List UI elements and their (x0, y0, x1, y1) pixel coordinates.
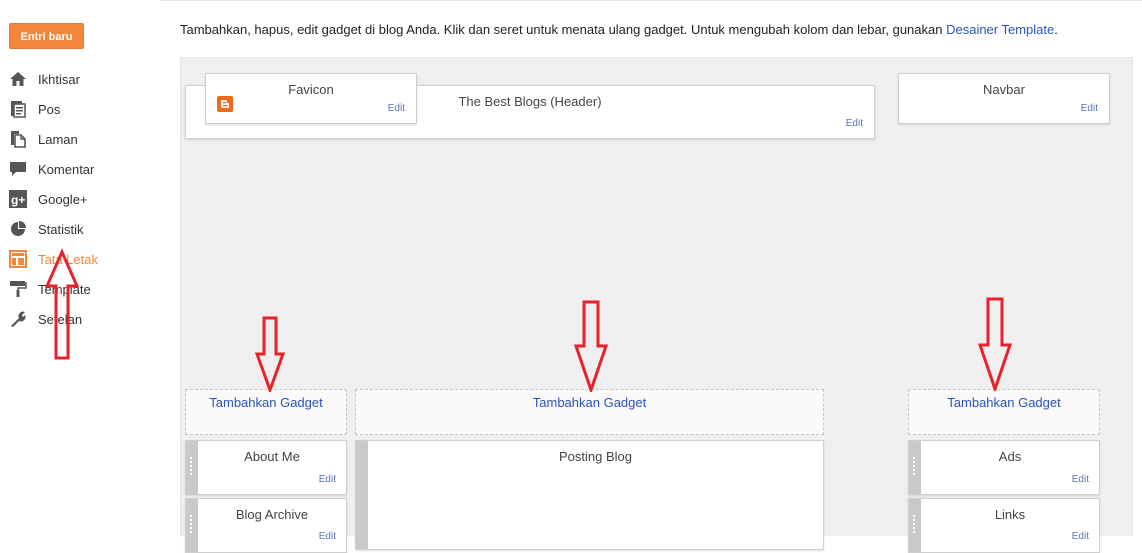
posts-icon (9, 100, 27, 118)
edit-link[interactable]: Edit (319, 474, 336, 485)
annotation-arrow-down-left (255, 316, 285, 392)
add-gadget-sidebar-right[interactable]: Tambahkan Gadget (908, 389, 1100, 435)
sidebar-item-ikhtisar[interactable]: Ikhtisar (9, 64, 98, 94)
sidebar-item-komentar[interactable]: Komentar (9, 154, 98, 184)
drag-handle[interactable] (909, 441, 921, 494)
about-me-widget[interactable]: About Me Edit (185, 440, 347, 495)
blogger-icon (217, 96, 233, 115)
favicon-widget[interactable]: Favicon Edit (205, 73, 417, 124)
widget-title: Favicon (288, 82, 334, 97)
sidebar-item-label: Ikhtisar (38, 71, 80, 87)
google-plus-icon: g+ (9, 190, 27, 208)
annotation-arrow-up (45, 248, 79, 360)
annotation-arrow-down-right (978, 297, 1012, 391)
ads-widget[interactable]: Ads Edit (908, 440, 1100, 495)
sidebar-item-laman[interactable]: Laman (9, 124, 98, 154)
comment-icon (9, 160, 27, 178)
edit-link[interactable]: Edit (1072, 531, 1089, 542)
widget-title: Blog Archive (235, 507, 309, 522)
sidebar-item-label: Laman (38, 131, 78, 147)
sidebar-item-statistik[interactable]: Statistik (9, 214, 98, 244)
add-gadget-sidebar-left[interactable]: Tambahkan Gadget (185, 389, 347, 435)
navbar-widget[interactable]: Navbar Edit (898, 73, 1110, 124)
sidebar-item-google-plus[interactable]: g+ Google+ (9, 184, 98, 214)
links-widget[interactable]: Links Edit (908, 498, 1100, 553)
blog-archive-widget[interactable]: Blog Archive Edit (185, 498, 347, 553)
sidebar-item-label: Google+ (38, 191, 88, 207)
edit-link[interactable]: Edit (846, 118, 863, 129)
drag-handle[interactable] (186, 441, 198, 494)
widget-title: Navbar (983, 82, 1025, 97)
sidebar-item-pos[interactable]: Pos (9, 94, 98, 124)
edit-link[interactable]: Edit (1072, 474, 1089, 485)
sidebar-item-label: Pos (38, 101, 61, 117)
svg-text:g+: g+ (11, 193, 25, 207)
wrench-icon (9, 310, 27, 328)
edit-link[interactable]: Edit (388, 103, 405, 114)
add-gadget-main[interactable]: Tambahkan Gadget (355, 389, 824, 435)
edit-link[interactable]: Edit (1081, 103, 1098, 114)
pie-chart-icon (9, 220, 27, 238)
widget-title: Links (994, 507, 1026, 522)
drag-handle[interactable] (909, 499, 921, 552)
drag-handle[interactable] (356, 441, 368, 549)
layout-icon (9, 250, 27, 268)
widget-title: Posting Blog (559, 449, 632, 464)
layout-instructions: Tambahkan, hapus, edit gadget di blog An… (180, 22, 1058, 37)
annotation-arrow-down-main (574, 300, 608, 392)
posting-blog-widget[interactable]: Posting Blog (355, 440, 824, 550)
edit-link[interactable]: Edit (319, 531, 336, 542)
widget-title: About Me (244, 449, 300, 464)
template-designer-link[interactable]: Desainer Template (946, 22, 1054, 37)
sidebar-item-label: Komentar (38, 161, 95, 177)
sidebar-item-label: Statistik (38, 221, 84, 237)
top-divider (160, 0, 1142, 1)
pages-icon (9, 130, 27, 148)
home-icon (9, 70, 27, 88)
new-post-button[interactable]: Entri baru (9, 23, 84, 49)
widget-title: Ads (998, 449, 1022, 464)
paint-roller-icon (9, 280, 27, 298)
drag-handle[interactable] (186, 499, 198, 552)
